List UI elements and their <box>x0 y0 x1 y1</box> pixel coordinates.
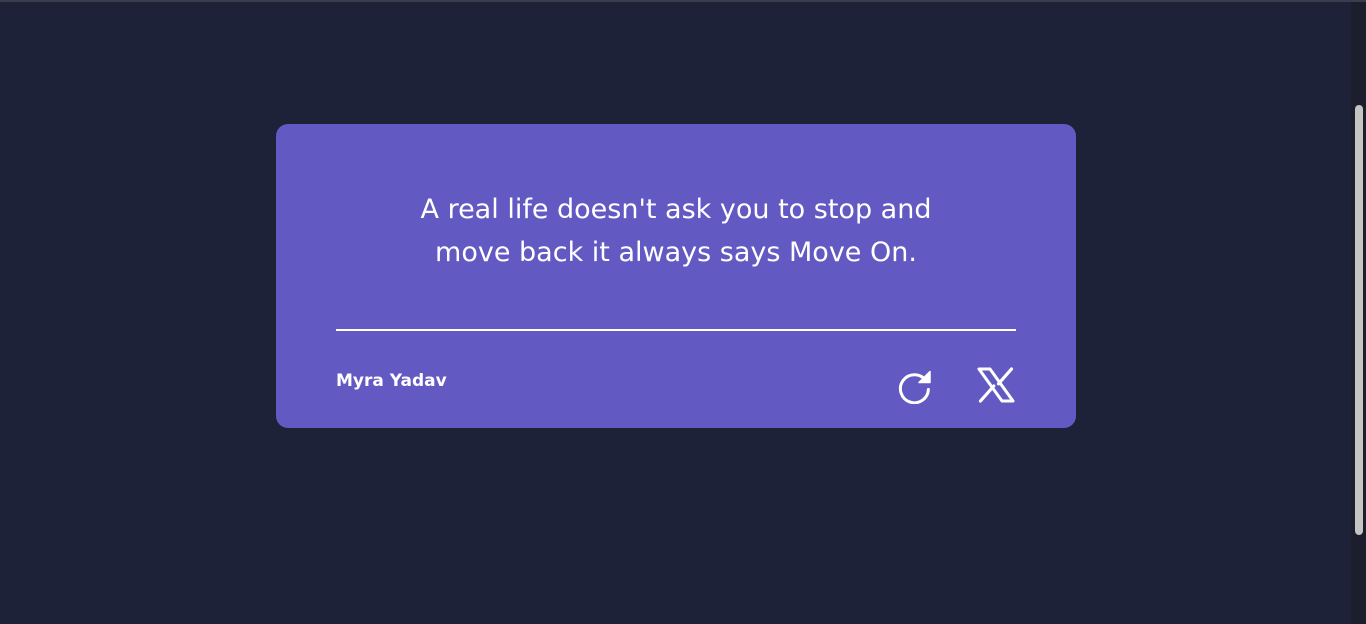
quote-author: Myra Yadav <box>336 371 447 391</box>
scrollbar-thumb[interactable] <box>1355 105 1363 535</box>
refresh-icon <box>898 370 931 404</box>
divider <box>336 329 1016 331</box>
new-quote-button[interactable] <box>895 365 935 405</box>
quote-line: A real life doesn't ask you to stop and <box>420 194 932 225</box>
quote-line: move back it always says Move On. <box>435 237 917 268</box>
quote-card: A real life doesn't ask you to stop and … <box>276 124 1076 428</box>
x-logo-icon <box>977 367 1015 403</box>
share-on-x-button[interactable] <box>976 365 1016 405</box>
window-top-border <box>0 0 1366 2</box>
quote-text: A real life doesn't ask you to stop and … <box>276 188 1076 274</box>
